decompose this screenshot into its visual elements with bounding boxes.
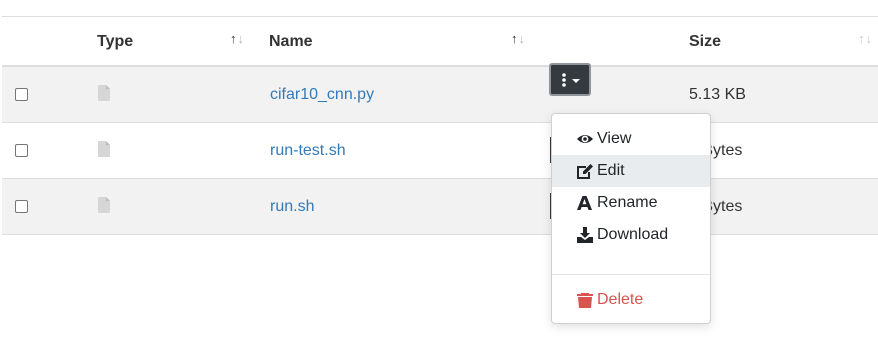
caret-down-icon — [572, 79, 580, 83]
actions-dropdown-menu: View Edit Rename Download Delete — [551, 113, 711, 324]
file-name-link[interactable]: run-test.sh — [270, 123, 346, 179]
name-column-header[interactable]: Name — [269, 17, 313, 66]
row-checkbox[interactable] — [15, 200, 28, 213]
row-checkbox[interactable] — [15, 144, 28, 157]
row-actions-button[interactable] — [549, 63, 591, 96]
type-sort-icon[interactable]: ↑↓ — [230, 32, 245, 45]
file-name-link[interactable]: run.sh — [270, 179, 314, 235]
size-column-header[interactable]: Size — [689, 17, 721, 66]
type-column-header[interactable]: Type — [97, 17, 133, 66]
file-icon — [98, 85, 110, 101]
eye-icon — [577, 135, 593, 143]
file-icon — [98, 197, 110, 213]
size-sort-icon[interactable]: ↑↓ — [858, 32, 873, 45]
table-row: cifar10_cnn.py 5.13 KB — [2, 67, 878, 123]
menu-item-delete[interactable]: Delete — [552, 284, 710, 316]
row-checkbox[interactable] — [15, 88, 28, 101]
menu-item-view[interactable]: View — [552, 123, 710, 155]
name-sort-icon[interactable]: ↑↓ — [511, 32, 526, 45]
menu-item-edit[interactable]: Edit — [552, 155, 710, 187]
table-row: run-test.sh 4 Bytes — [2, 123, 878, 179]
menu-item-rename[interactable]: Rename — [552, 187, 710, 219]
ellipsis-vertical-icon — [562, 73, 566, 87]
file-table: Type ↑↓ Name ↑↓ Size ↑↓ cifar10_cnn.py 5… — [2, 16, 878, 235]
file-name-link[interactable]: cifar10_cnn.py — [270, 67, 374, 123]
edit-icon — [577, 164, 593, 179]
download-icon — [577, 227, 593, 243]
menu-item-download[interactable]: Download — [552, 219, 710, 251]
file-icon — [98, 141, 110, 157]
table-header: Type ↑↓ Name ↑↓ Size ↑↓ — [2, 16, 878, 67]
trash-icon — [577, 293, 593, 308]
table-row: run.sh 7 Bytes — [2, 179, 878, 235]
menu-divider — [552, 274, 710, 275]
font-icon — [577, 196, 592, 210]
